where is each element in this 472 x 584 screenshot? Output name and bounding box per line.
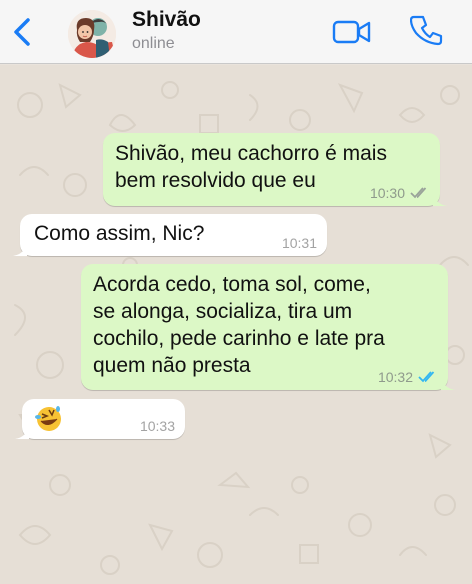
back-button[interactable] (8, 14, 40, 50)
message-text: Acorda cedo, toma sol, come, se alonga, … (93, 273, 385, 377)
message-text: Como assim, Nic? (34, 222, 205, 245)
message-meta: 10:33 (140, 419, 175, 433)
avatar-illustration (68, 10, 116, 58)
message-bubble-incoming[interactable]: 🤣 10:33 (15, 399, 185, 439)
bubble-tail (13, 242, 27, 256)
voice-call-button[interactable] (409, 14, 444, 48)
chat-area[interactable]: Shivão, meu cachorro é mais bem resolvid… (0, 65, 472, 584)
message-time: 10:32 (377, 369, 413, 385)
contact-status: online (132, 35, 175, 52)
message-bubble-outgoing[interactable]: Shivão, meu cachorro é mais bem resolvid… (103, 133, 447, 206)
message-time: 10:31 (281, 235, 317, 251)
bubble-tail (15, 425, 29, 439)
video-call-button[interactable] (332, 18, 372, 46)
message-bubble-incoming[interactable]: Como assim, Nic? 10:31 (13, 214, 327, 256)
message-time: 10:33 (139, 418, 175, 434)
double-check-delivered-icon (410, 187, 427, 199)
message-meta: 10:32 (378, 370, 438, 384)
chevron-left-icon (14, 18, 30, 46)
phone-icon (409, 15, 443, 46)
message-time: 10:30 (369, 185, 405, 201)
message-bubble-outgoing[interactable]: Acorda cedo, toma sol, come, se alonga, … (81, 264, 455, 390)
avatar[interactable] (68, 10, 116, 58)
bubble-tail (433, 192, 447, 206)
message-meta: 10:30 (370, 186, 430, 200)
bubble-tail (441, 376, 455, 390)
chat-header: Shivão online (0, 0, 472, 64)
message-meta: 10:31 (282, 236, 317, 250)
double-check-read-icon (418, 371, 435, 383)
video-call-icon (332, 20, 371, 44)
contact-name[interactable]: Shivão (132, 8, 201, 32)
